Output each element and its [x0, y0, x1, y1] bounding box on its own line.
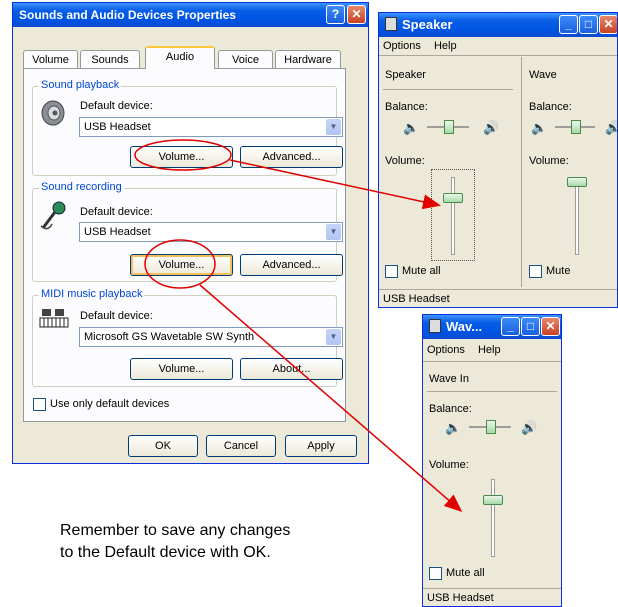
- midi-device-value: Microsoft GS Wavetable SW Synth: [84, 331, 255, 343]
- playback-volume-button[interactable]: Volume...: [130, 146, 233, 168]
- wave-in-volume-slider[interactable]: [483, 495, 503, 505]
- midi-volume-button[interactable]: Volume...: [130, 358, 233, 380]
- recording-device-value: USB Headset: [84, 226, 151, 238]
- speaker-volume-label: Volume:: [385, 155, 425, 167]
- wave-in-left-icon: 🔈: [445, 420, 462, 435]
- cancel-button[interactable]: Cancel: [206, 435, 276, 457]
- wave-left-icon: 🔈: [531, 120, 548, 135]
- wave-right-icon: 🔊: [605, 121, 617, 135]
- close-icon[interactable]: ✕: [599, 15, 617, 34]
- speaker-column-name: Speaker: [385, 69, 426, 81]
- recording-default-label: Default device:: [80, 206, 153, 218]
- menu-help[interactable]: Help: [478, 344, 501, 356]
- wave-in-balance-label: Balance:: [429, 403, 472, 415]
- wave-column-name: Wave: [529, 69, 557, 81]
- tab-audio[interactable]: Audio: [145, 46, 215, 69]
- speaker-volume-slider[interactable]: [443, 193, 463, 203]
- playback-advanced-button[interactable]: Advanced...: [240, 146, 343, 168]
- column-divider: [383, 89, 513, 90]
- wave-balance-label: Balance:: [529, 101, 572, 113]
- wave-in-volume-label: Volume:: [429, 459, 469, 471]
- minimize-icon[interactable]: _: [501, 317, 520, 336]
- midi-playback-legend: MIDI music playback: [39, 288, 145, 300]
- chevron-down-icon[interactable]: ▼: [326, 224, 341, 240]
- speaker-mute-all-checkbox[interactable]: [385, 265, 398, 278]
- chevron-down-icon[interactable]: ▼: [326, 329, 341, 345]
- speaker-mute-all-label: Mute all: [402, 265, 441, 277]
- recording-device-select[interactable]: USB Headset ▼: [79, 222, 343, 242]
- use-default-devices-checkbox[interactable]: [33, 398, 46, 411]
- speaker-balance-slider[interactable]: [444, 120, 454, 134]
- wave-volume-slider[interactable]: [567, 177, 587, 187]
- speaker-mixer-window: Speaker _ □ ✕ Options Help Speaker Balan…: [378, 12, 618, 308]
- tab-sounds[interactable]: Sounds: [80, 50, 140, 68]
- speaker-volume-track: [451, 177, 455, 255]
- playback-default-label: Default device:: [80, 100, 153, 112]
- use-default-devices-label: Use only default devices: [50, 398, 170, 410]
- midi-device-select[interactable]: Microsoft GS Wavetable SW Synth ▼: [79, 327, 343, 347]
- speaker-balance-label: Balance:: [385, 101, 428, 113]
- wave-in-name: Wave In: [429, 373, 469, 385]
- instruction-caption: Remember to save any changes to the Defa…: [60, 520, 290, 564]
- speaker-right-icon: 🔊: [483, 120, 500, 135]
- wave-volume-track: [575, 177, 579, 255]
- menu-divider: [423, 361, 561, 362]
- wave-balance-slider[interactable]: [571, 120, 581, 134]
- tab-volume[interactable]: Volume: [23, 50, 78, 68]
- help-icon[interactable]: ?: [326, 5, 345, 24]
- tab-hardware[interactable]: Hardware: [275, 50, 341, 68]
- column-divider: [427, 391, 557, 392]
- wave-in-right-icon: 🔊: [521, 420, 538, 435]
- wave-volume-label: Volume:: [529, 155, 569, 167]
- apply-button[interactable]: Apply: [285, 435, 357, 457]
- sound-recording-legend: Sound recording: [39, 181, 124, 193]
- tab-voice[interactable]: Voice: [218, 50, 273, 68]
- sound-playback-legend: Sound playback: [39, 79, 122, 91]
- wave-in-mute-all-checkbox[interactable]: [429, 567, 442, 580]
- wave-mute-checkbox[interactable]: [529, 265, 542, 278]
- mixer-app-icon: [429, 319, 441, 333]
- wave-title-text: Wav...: [446, 319, 483, 334]
- close-icon[interactable]: ✕: [541, 317, 560, 336]
- speaker-title-text: Speaker: [402, 17, 453, 32]
- speaker-statusbar: USB Headset: [379, 289, 617, 307]
- wave-in-balance-slider[interactable]: [486, 420, 496, 434]
- recording-volume-button[interactable]: Volume...: [130, 254, 233, 276]
- menu-options[interactable]: Options: [383, 40, 421, 52]
- microphone-icon: [38, 200, 68, 235]
- ok-button[interactable]: OK: [128, 435, 198, 457]
- speaker-left-icon: 🔈: [403, 120, 420, 135]
- wave-in-volume-track: [491, 479, 495, 557]
- menu-divider: [379, 55, 617, 56]
- wave-in-mixer-window: Wav... _ □ ✕ Options Help Wave In Balanc…: [422, 314, 562, 607]
- maximize-icon[interactable]: □: [579, 15, 598, 34]
- minimize-icon[interactable]: _: [559, 15, 578, 34]
- midi-about-button[interactable]: About...: [240, 358, 343, 380]
- playback-device-value: USB Headset: [84, 121, 151, 133]
- maximize-icon[interactable]: □: [521, 317, 540, 336]
- mixer-app-icon: [385, 17, 397, 31]
- recording-advanced-button[interactable]: Advanced...: [240, 254, 343, 276]
- wave-menubar: Options Help: [423, 341, 561, 359]
- midi-default-label: Default device:: [80, 310, 153, 322]
- wave-mute-label: Mute: [546, 265, 571, 277]
- menu-options[interactable]: Options: [427, 344, 465, 356]
- speaker-icon: [40, 99, 66, 130]
- caption-line-1: Remember to save any changes: [60, 522, 291, 539]
- midi-keyboard-icon: [38, 306, 70, 333]
- caption-line-2: to the Default device with OK.: [60, 544, 271, 561]
- wave-in-statusbar: USB Headset: [423, 588, 561, 606]
- chevron-down-icon[interactable]: ▼: [326, 119, 341, 135]
- dialog-title: Sounds and Audio Devices Properties: [13, 3, 368, 27]
- wave-in-mute-all-label: Mute all: [446, 567, 485, 579]
- menu-help[interactable]: Help: [434, 40, 457, 52]
- mixer-column-divider: [521, 57, 522, 287]
- speaker-menubar: Options Help: [379, 37, 617, 55]
- close-icon[interactable]: ✕: [347, 5, 366, 24]
- playback-device-select[interactable]: USB Headset ▼: [79, 117, 343, 137]
